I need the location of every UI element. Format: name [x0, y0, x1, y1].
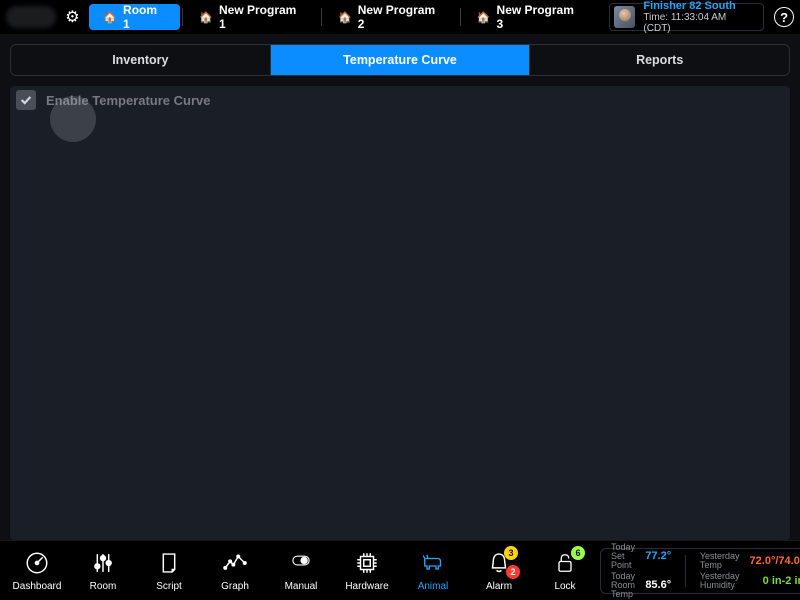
settings-gear-icon[interactable]: ⚙ — [62, 7, 84, 27]
checkbox-box — [16, 90, 36, 110]
stat-value-yhum: 0 in-2 in — [763, 575, 800, 587]
nav-alarm[interactable]: 3 2 Alarm — [470, 549, 528, 592]
subtab-inventory[interactable]: Inventory — [11, 45, 271, 75]
stat-value-roomtemp: 85.6° — [645, 579, 671, 591]
top-tab-room1[interactable]: 🏠 Room 1 — [89, 4, 180, 30]
subtab-label: Reports — [636, 53, 683, 67]
home-icon: 🏠 — [338, 11, 352, 24]
stat-label: TodaySet Point — [611, 543, 635, 570]
sliders-icon — [88, 549, 118, 577]
avatar — [614, 6, 636, 28]
stat-col-yesterday: YesterdayTemp 72.0°/74.0° YesterdayHumid… — [700, 552, 800, 590]
bottom-nav: Dashboard Room Script Graph Manual Hardw… — [8, 549, 594, 592]
top-bar: ⚙ 🏠 Room 1 🏠 New Program 1 🏠 New Program… — [0, 0, 800, 34]
subtab-label: Temperature Curve — [343, 53, 457, 67]
lock-icon: 6 — [550, 549, 580, 577]
home-icon: 🏠 — [477, 11, 491, 24]
stat-label: YesterdayTemp — [700, 552, 740, 570]
sub-tab-row: Inventory Temperature Curve Reports — [10, 44, 790, 76]
divider — [321, 8, 322, 26]
enable-temp-curve-checkbox[interactable]: Enable Temperature Curve — [16, 90, 210, 110]
nav-lock[interactable]: 6 Lock — [536, 549, 594, 592]
alarm-icon: 3 2 — [484, 549, 514, 577]
enable-label: Enable Temperature Curve — [46, 93, 210, 108]
divider — [182, 8, 183, 26]
top-tab-program2[interactable]: 🏠 New Program 2 — [324, 4, 458, 30]
top-tab-label: New Program 1 — [219, 3, 305, 31]
subtab-reports[interactable]: Reports — [530, 45, 789, 75]
help-button[interactable]: ? — [774, 7, 794, 27]
subtab-label: Inventory — [112, 53, 168, 67]
user-box[interactable]: Finisher 82 South Time: 11:33:04 AM (CDT… — [609, 3, 765, 31]
temperature-curve-panel — [10, 86, 790, 540]
nav-manual[interactable]: Manual — [272, 549, 330, 592]
nav-room[interactable]: Room — [74, 549, 132, 592]
chip-icon — [352, 549, 382, 577]
clock-label: Time: 11:33:04 AM (CDT) — [643, 12, 755, 34]
alarm-badge-alert: 2 — [506, 565, 520, 579]
nav-hardware[interactable]: Hardware — [338, 549, 396, 592]
nav-animal[interactable]: Animal — [404, 549, 462, 592]
switch-icon — [286, 549, 316, 577]
top-tab-label: Room 1 — [123, 3, 166, 31]
divider — [685, 555, 686, 587]
nav-dashboard[interactable]: Dashboard — [8, 549, 66, 592]
home-icon: 🏠 — [103, 11, 117, 24]
stat-value-ytemp: 72.0°/74.0° — [750, 555, 800, 567]
animal-icon — [418, 549, 448, 577]
subtab-temperature-curve[interactable]: Temperature Curve — [271, 45, 531, 75]
stat-label: YesterdayHumidity — [700, 572, 740, 590]
home-icon: 🏠 — [199, 11, 213, 24]
nav-graph[interactable]: Graph — [206, 549, 264, 592]
alarm-badge-warning: 3 — [504, 546, 518, 560]
location-name: Finisher 82 South — [643, 0, 755, 12]
stat-col-today: TodaySet Point 77.2° TodayRoom Temp 85.6… — [611, 543, 671, 599]
lock-badge: 6 — [571, 546, 585, 560]
script-icon — [154, 549, 184, 577]
bottom-bar: Dashboard Room Script Graph Manual Hardw… — [0, 540, 800, 600]
graph-icon — [220, 549, 250, 577]
gauge-icon — [22, 549, 52, 577]
divider — [460, 8, 461, 26]
stat-value-setpoint: 77.2° — [645, 550, 671, 562]
top-tab-program3[interactable]: 🏠 New Program 3 — [463, 4, 597, 30]
top-tab-label: New Program 2 — [358, 3, 444, 31]
main-content: Enable Temperature Curve — [0, 76, 800, 540]
brand-logo — [6, 6, 56, 28]
top-tab-program1[interactable]: 🏠 New Program 1 — [185, 4, 319, 30]
top-tab-row: 🏠 Room 1 🏠 New Program 1 🏠 New Program 2… — [89, 4, 596, 30]
top-tab-label: New Program 3 — [497, 3, 583, 31]
stat-label: TodayRoom Temp — [611, 572, 635, 599]
status-panel: TodaySet Point 77.2° TodayRoom Temp 85.6… — [600, 548, 800, 594]
nav-script[interactable]: Script — [140, 549, 198, 592]
